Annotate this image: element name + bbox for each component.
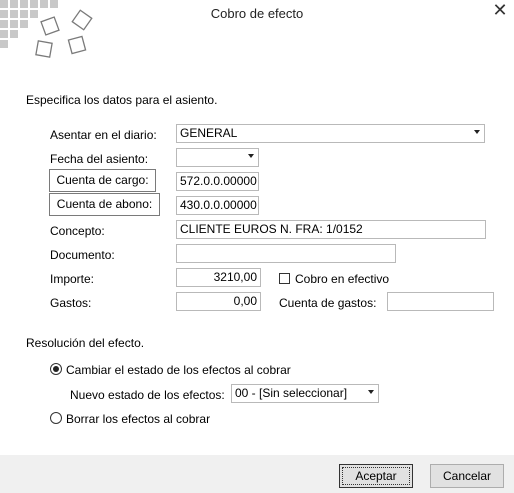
chevron-down-icon[interactable]: [474, 130, 480, 134]
nuevo-estado-label: Nuevo estado de los efectos:: [70, 388, 225, 402]
importe-input[interactable]: 3210,00: [176, 268, 261, 287]
fecha-label: Fecha del asiento:: [50, 152, 149, 166]
importe-label: Importe:: [50, 272, 95, 286]
gastos-input[interactable]: 0,00: [176, 292, 261, 311]
cambiar-estado-label: Cambiar el estado de los efectos al cobr…: [66, 363, 291, 377]
cuenta-abono-button[interactable]: Cuenta de abono:: [49, 193, 160, 216]
borrar-efectos-radio[interactable]: [50, 412, 62, 424]
concepto-input[interactable]: CLIENTE EUROS N. FRA: 1/0152: [176, 220, 486, 239]
cobro-efectivo-label: Cobro en efectivo: [295, 272, 390, 286]
window-title: Cobro de efecto: [210, 6, 304, 21]
cuenta-gastos-input[interactable]: [387, 292, 494, 311]
radio-dot: [53, 366, 59, 372]
diario-select[interactable]: GENERAL: [176, 124, 485, 143]
nuevo-estado-value: 00 - [Sin seleccionar]: [235, 386, 348, 400]
diario-value: GENERAL: [180, 126, 238, 140]
cancel-button[interactable]: Cancelar: [430, 464, 504, 488]
documento-input[interactable]: [176, 244, 396, 263]
cuenta-abono-input[interactable]: 430.0.0.00000: [176, 196, 259, 215]
chevron-down-icon[interactable]: [368, 390, 374, 394]
nuevo-estado-select[interactable]: 00 - [Sin seleccionar]: [231, 384, 379, 403]
cuenta-cargo-input[interactable]: 572.0.0.00000: [176, 172, 259, 191]
cuenta-gastos-label: Cuenta de gastos:: [279, 296, 377, 310]
documento-label: Documento:: [50, 248, 115, 262]
accept-button[interactable]: Aceptar: [339, 464, 413, 488]
section-heading-resolucion: Resolución del efecto.: [26, 336, 145, 350]
concepto-label: Concepto:: [50, 224, 105, 238]
close-icon[interactable]: ✕: [490, 0, 510, 21]
cuenta-cargo-button[interactable]: Cuenta de cargo:: [49, 169, 156, 192]
gastos-label: Gastos:: [50, 296, 92, 310]
cobro-efectivo-checkbox[interactable]: [279, 273, 290, 284]
section-heading-asiento: Especifica los datos para el asiento.: [26, 93, 218, 107]
cambiar-estado-radio[interactable]: [50, 363, 62, 375]
diario-label: Asentar en el diario:: [50, 128, 157, 142]
chevron-down-icon[interactable]: [248, 154, 254, 158]
fecha-select[interactable]: [176, 148, 259, 167]
accept-button-label: Aceptar: [342, 467, 410, 485]
borrar-efectos-label: Borrar los efectos al cobrar: [66, 412, 211, 426]
